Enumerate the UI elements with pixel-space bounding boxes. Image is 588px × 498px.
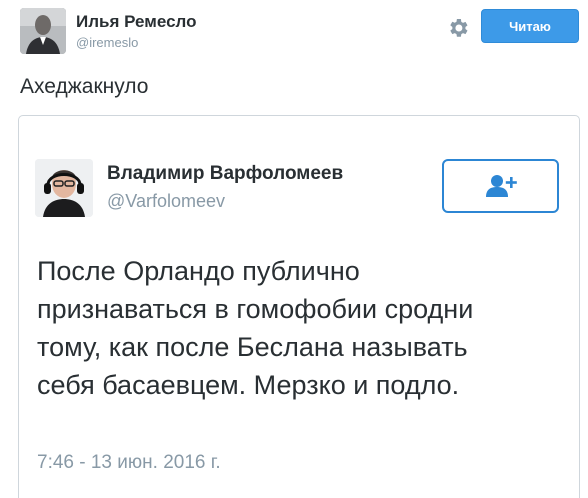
quoted-text-line: После Орландо публично xyxy=(37,256,360,286)
outer-tweet-header: Илья Ремесло @iremeslo Читаю xyxy=(0,0,588,64)
quoted-text-line: себя басаевцем. Мерзко и подло. xyxy=(37,370,460,400)
author-display-name[interactable]: Илья Ремесло xyxy=(76,12,196,32)
quoted-author-avatar[interactable] xyxy=(35,159,93,217)
quoted-tweet-timestamp[interactable]: 7:46 - 13 июн. 2016 г. xyxy=(37,452,221,474)
author-screen-name[interactable]: @iremeslo xyxy=(76,35,138,50)
follow-button[interactable] xyxy=(442,159,559,213)
gear-icon[interactable] xyxy=(446,16,470,40)
quoted-author-display-name[interactable]: Владимир Варфоломеев xyxy=(107,163,343,185)
quoted-text-line: тому, как после Беслана называть xyxy=(37,332,468,362)
add-user-icon xyxy=(485,175,517,197)
quoted-author-screen-name[interactable]: @Varfolomeev xyxy=(107,191,225,212)
quoted-tweet-text: После Орландо публично признаваться в го… xyxy=(37,252,557,404)
author-avatar[interactable] xyxy=(20,8,66,54)
following-button[interactable]: Читаю xyxy=(481,9,579,43)
quoted-text-line: признаваться в гомофобии сродни xyxy=(37,294,474,324)
tweet-text: Ахеджакнуло xyxy=(20,75,149,98)
quoted-tweet-card[interactable]: Владимир Варфоломеев @Varfolomeev После … xyxy=(18,115,580,498)
